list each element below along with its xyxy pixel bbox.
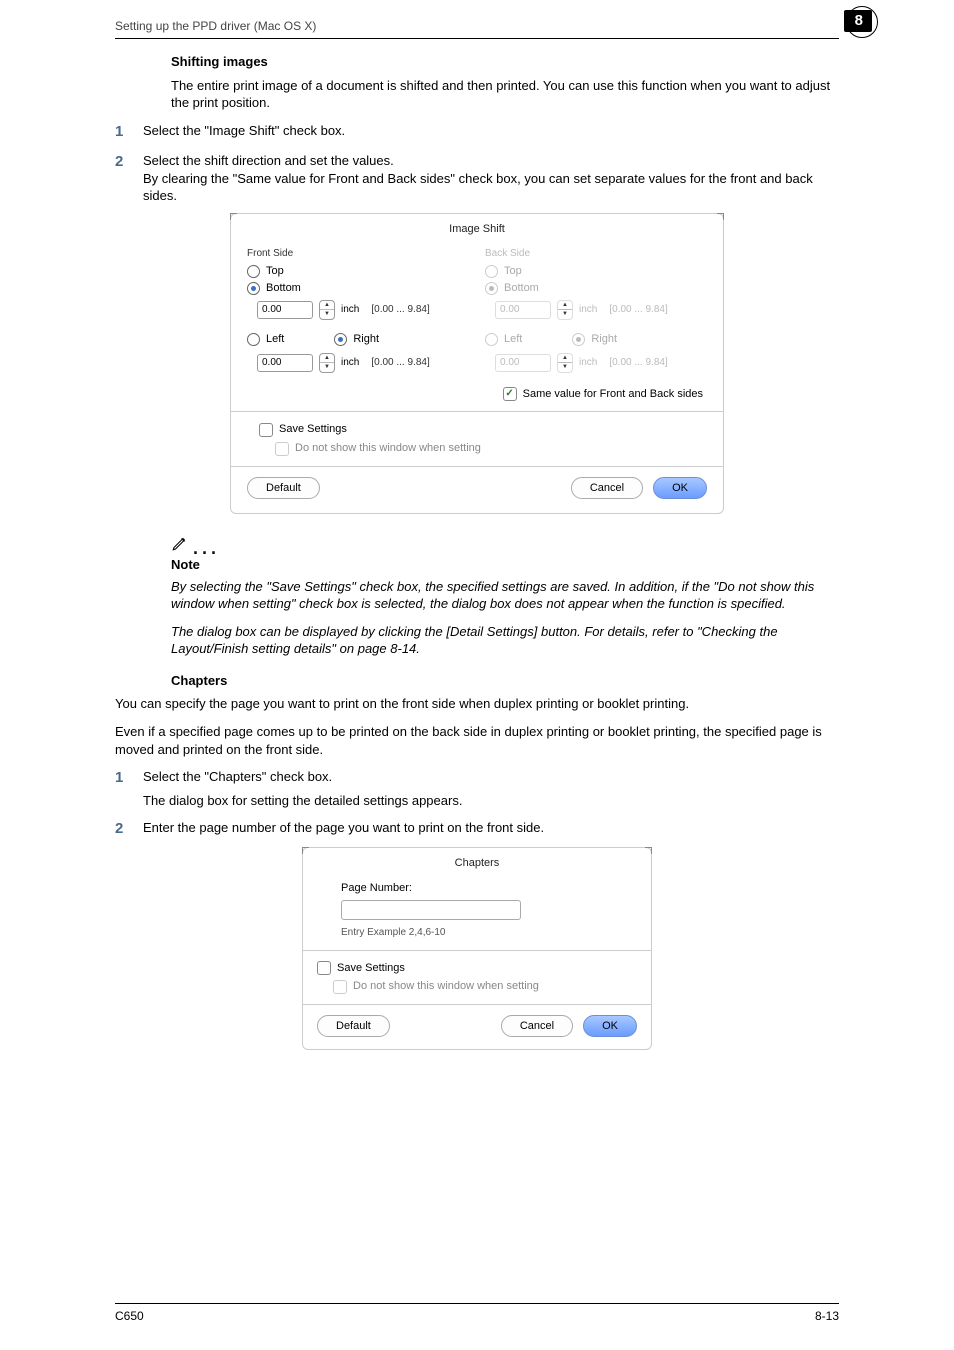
- back-bottom-radio: Bottom: [485, 281, 707, 296]
- shifting-heading: Shifting images: [171, 53, 839, 71]
- chapters-step1a: Select the "Chapters" check box.: [143, 768, 839, 786]
- range-label: [0.00 ... 9.84]: [371, 303, 429, 317]
- shifting-step2b: By clearing the "Same value for Front an…: [143, 170, 839, 205]
- chapter-badge-number: 8: [844, 10, 872, 32]
- checkbox-icon: [259, 423, 273, 437]
- checkbox-label: Do not show this window when setting: [295, 441, 481, 456]
- radio-icon: [247, 333, 260, 346]
- entry-example: Entry Example 2,4,6-10: [341, 926, 637, 940]
- page-number-input[interactable]: [341, 900, 521, 920]
- radio-icon: [334, 333, 347, 346]
- chapters-step1b: The dialog box for setting the detailed …: [143, 792, 839, 810]
- unit-label: inch: [579, 356, 597, 370]
- note-icon: ...: [171, 534, 839, 552]
- radio-icon: [572, 333, 585, 346]
- chapters-no-show-checkbox: Do not show this window when setting: [333, 979, 637, 994]
- step-number: 2: [115, 152, 129, 205]
- note-paragraph-1: By selecting the "Save Settings" check b…: [171, 578, 839, 613]
- front-horizontal-value[interactable]: 0.00: [257, 354, 313, 372]
- radio-icon: [485, 333, 498, 346]
- front-left-radio[interactable]: Left: [247, 332, 284, 347]
- chapters-cancel-button[interactable]: Cancel: [501, 1015, 573, 1037]
- radio-label: Top: [266, 264, 284, 279]
- page-header-title: Setting up the PPD driver (Mac OS X): [115, 18, 316, 34]
- footer-rule: [115, 1303, 839, 1304]
- front-bottom-radio[interactable]: Bottom: [247, 281, 469, 296]
- back-side-group: Back Side Top Bottom 0.00 ▲▼ inch [0.00 …: [485, 247, 707, 383]
- image-shift-default-button[interactable]: Default: [247, 477, 320, 499]
- image-shift-ok-button[interactable]: OK: [653, 477, 707, 499]
- front-top-radio[interactable]: Top: [247, 264, 469, 279]
- chapters-save-settings-checkbox[interactable]: Save Settings: [317, 961, 637, 976]
- checkbox-icon: [333, 980, 347, 994]
- step-number: 2: [115, 819, 129, 839]
- shifting-intro: The entire print image of a document is …: [171, 77, 839, 112]
- stepper[interactable]: ▲▼: [319, 300, 335, 320]
- stepper: ▲▼: [557, 300, 573, 320]
- range-label: [0.00 ... 9.84]: [609, 303, 667, 317]
- stepper[interactable]: ▲▼: [319, 353, 335, 373]
- step-number: 1: [115, 122, 129, 142]
- chapters-p1: You can specify the page you want to pri…: [115, 695, 839, 713]
- radio-label: Bottom: [266, 281, 301, 296]
- radio-label: Left: [266, 332, 284, 347]
- radio-icon: [485, 282, 498, 295]
- checkbox-label: Save Settings: [279, 422, 347, 437]
- footer-page-number: 8-13: [815, 1308, 839, 1324]
- step-number: 1: [115, 768, 129, 809]
- radio-label: Bottom: [504, 281, 539, 296]
- shifting-step2a: Select the shift direction and set the v…: [143, 152, 839, 170]
- stepper: ▲▼: [557, 353, 573, 373]
- front-right-radio[interactable]: Right: [334, 332, 379, 347]
- checkbox-label: Same value for Front and Back sides: [523, 387, 703, 402]
- chapters-step2: Enter the page number of the page you wa…: [143, 819, 839, 839]
- header-rule: [115, 38, 839, 39]
- unit-label: inch: [341, 356, 359, 370]
- front-side-group: Front Side Top Bottom 0.00 ▲▼ inch [0.00…: [247, 247, 469, 383]
- checkbox-label: Do not show this window when setting: [353, 979, 539, 994]
- radio-icon: [247, 265, 260, 278]
- chapter-badge: 8: [832, 10, 872, 32]
- page-number-label: Page Number:: [341, 881, 637, 896]
- dialog-title: Image Shift: [247, 222, 707, 237]
- back-horizontal-value: 0.00: [495, 354, 551, 372]
- chapters-dialog: Chapters Page Number: Entry Example 2,4,…: [302, 847, 652, 1050]
- radio-icon: [485, 265, 498, 278]
- radio-label: Top: [504, 264, 522, 279]
- image-shift-dialog: Image Shift Front Side Top Bottom 0.00: [230, 213, 724, 514]
- back-vertical-value: 0.00: [495, 301, 551, 319]
- back-left-radio: Left: [485, 332, 522, 347]
- chapters-default-button[interactable]: Default: [317, 1015, 390, 1037]
- unit-label: inch: [341, 303, 359, 317]
- front-vertical-value[interactable]: 0.00: [257, 301, 313, 319]
- checkbox-icon: [503, 387, 517, 401]
- note-paragraph-2: The dialog box can be displayed by click…: [171, 623, 839, 658]
- chapters-ok-button[interactable]: OK: [583, 1015, 637, 1037]
- radio-label: Left: [504, 332, 522, 347]
- note-heading: Note: [171, 556, 839, 574]
- image-shift-no-show-checkbox: Do not show this window when setting: [275, 441, 707, 456]
- shifting-step1: Select the "Image Shift" check box.: [143, 122, 839, 142]
- footer-model: C650: [115, 1308, 144, 1324]
- back-side-label: Back Side: [485, 247, 707, 261]
- radio-icon: [247, 282, 260, 295]
- radio-label: Right: [353, 332, 379, 347]
- same-value-checkbox[interactable]: Same value for Front and Back sides: [503, 387, 703, 402]
- unit-label: inch: [579, 303, 597, 317]
- pencil-icon: [171, 534, 189, 552]
- front-side-label: Front Side: [247, 247, 469, 261]
- back-top-radio: Top: [485, 264, 707, 279]
- checkbox-icon: [317, 961, 331, 975]
- image-shift-save-settings-checkbox[interactable]: Save Settings: [259, 422, 707, 437]
- image-shift-cancel-button[interactable]: Cancel: [571, 477, 643, 499]
- checkbox-icon: [275, 442, 289, 456]
- dialog-title: Chapters: [317, 856, 637, 871]
- radio-label: Right: [591, 332, 617, 347]
- chapters-heading: Chapters: [171, 672, 839, 690]
- range-label: [0.00 ... 9.84]: [371, 356, 429, 370]
- chapters-p2: Even if a specified page comes up to be …: [115, 723, 839, 758]
- range-label: [0.00 ... 9.84]: [609, 356, 667, 370]
- checkbox-label: Save Settings: [337, 961, 405, 976]
- back-right-radio: Right: [572, 332, 617, 347]
